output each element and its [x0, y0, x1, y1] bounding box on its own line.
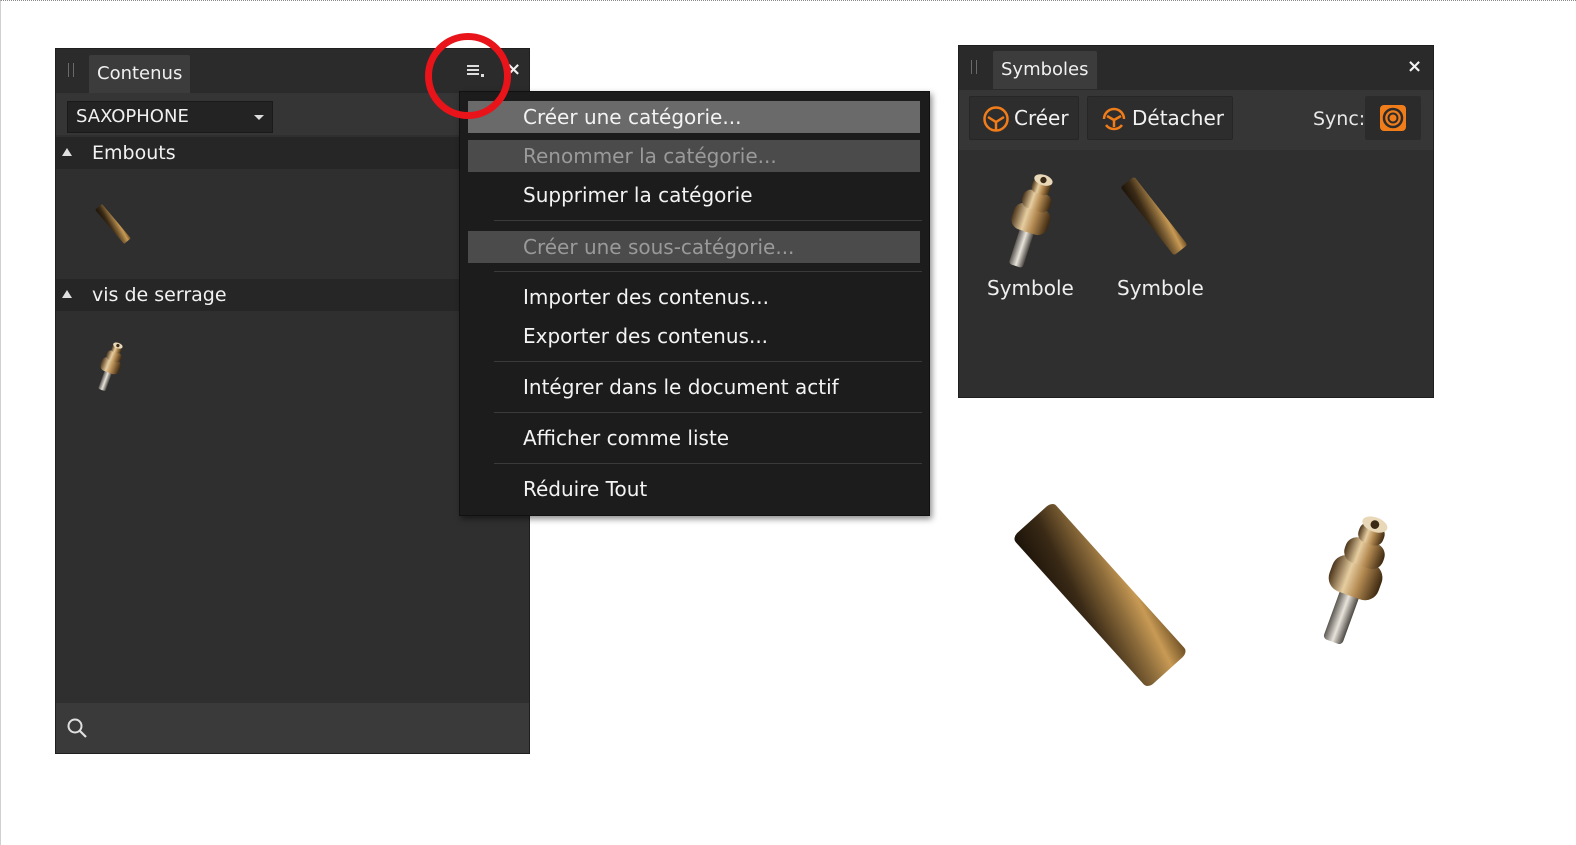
search-bar[interactable]	[56, 703, 529, 753]
chevron-down-icon	[254, 115, 264, 120]
category-header-embouts[interactable]: Embouts	[56, 137, 459, 169]
screw-symbol-thumbnail[interactable]	[979, 158, 1079, 278]
category-header-vis-de-serrage[interactable]: vis de serrage	[56, 279, 459, 311]
menu-separator	[494, 220, 922, 221]
tab-contenus[interactable]: Contenus	[89, 55, 191, 93]
symbol-detach-icon	[1102, 107, 1126, 131]
menu-item-show-as-list[interactable]: Afficher comme liste	[468, 422, 920, 454]
collapse-triangle-icon[interactable]	[62, 290, 72, 298]
symbols-panel-header: Symboles ×	[959, 46, 1433, 90]
reed-canvas-object[interactable]	[975, 460, 1235, 740]
sync-label: Sync:	[1313, 108, 1366, 130]
screw-canvas-object[interactable]	[1290, 500, 1430, 680]
menu-item-export[interactable]: Exporter des contenus...	[468, 320, 920, 352]
category-label: vis de serrage	[92, 284, 227, 306]
sync-toggle-button[interactable]	[1365, 96, 1421, 140]
category-items-embouts	[56, 169, 459, 277]
drag-grip-icon[interactable]	[68, 63, 74, 77]
menu-item-create-subcategory: Créer une sous-catégorie...	[468, 231, 920, 263]
menu-item-rename-category: Renommer la catégorie...	[468, 140, 920, 172]
reed-symbol-thumbnail[interactable]	[1099, 154, 1219, 274]
symbols-panel: Symboles × Créer Détacher Sync: Symbole …	[958, 45, 1434, 398]
symbol-item-label: Symbole	[987, 276, 1074, 300]
category-items-vis-de-serrage	[56, 311, 459, 431]
menu-separator	[494, 271, 922, 272]
collapse-triangle-icon[interactable]	[62, 148, 72, 156]
symbol-create-icon	[983, 106, 1009, 132]
tab-symboles[interactable]: Symboles	[993, 51, 1097, 89]
menu-separator	[494, 412, 922, 413]
detach-button-label: Détacher	[1132, 106, 1225, 130]
menu-item-import[interactable]: Importer des contenus...	[468, 281, 920, 313]
menu-item-collapse-all[interactable]: Réduire Tout	[468, 473, 920, 505]
drag-grip-icon[interactable]	[971, 60, 977, 74]
menu-item-embed-active-document[interactable]: Intégrer dans le document actif	[468, 371, 920, 403]
create-button-label: Créer	[1014, 106, 1069, 130]
symbol-item-label: Symbole	[1117, 276, 1204, 300]
menu-separator	[494, 361, 922, 362]
create-symbol-button[interactable]: Créer	[969, 96, 1079, 140]
detach-symbol-button[interactable]: Détacher	[1087, 96, 1233, 140]
category-label: Embouts	[92, 142, 176, 164]
close-icon[interactable]: ×	[1407, 56, 1422, 77]
highlight-circle-annotation	[425, 33, 511, 119]
category-select-value: SAXOPHONE	[76, 106, 189, 127]
category-select[interactable]: SAXOPHONE	[67, 101, 273, 133]
search-icon[interactable]	[66, 717, 88, 739]
menu-item-create-category[interactable]: Créer une catégorie...	[468, 101, 920, 133]
screw-thumbnail[interactable]	[81, 329, 141, 399]
menu-item-delete-category[interactable]: Supprimer la catégorie	[468, 179, 920, 211]
sync-icon	[1380, 105, 1406, 131]
symbols-toolbar: Créer Détacher Sync:	[959, 90, 1433, 150]
context-menu: Créer une catégorie... Renommer la catég…	[459, 91, 930, 516]
reed-thumbnail[interactable]	[78, 189, 148, 259]
menu-separator	[494, 463, 922, 464]
